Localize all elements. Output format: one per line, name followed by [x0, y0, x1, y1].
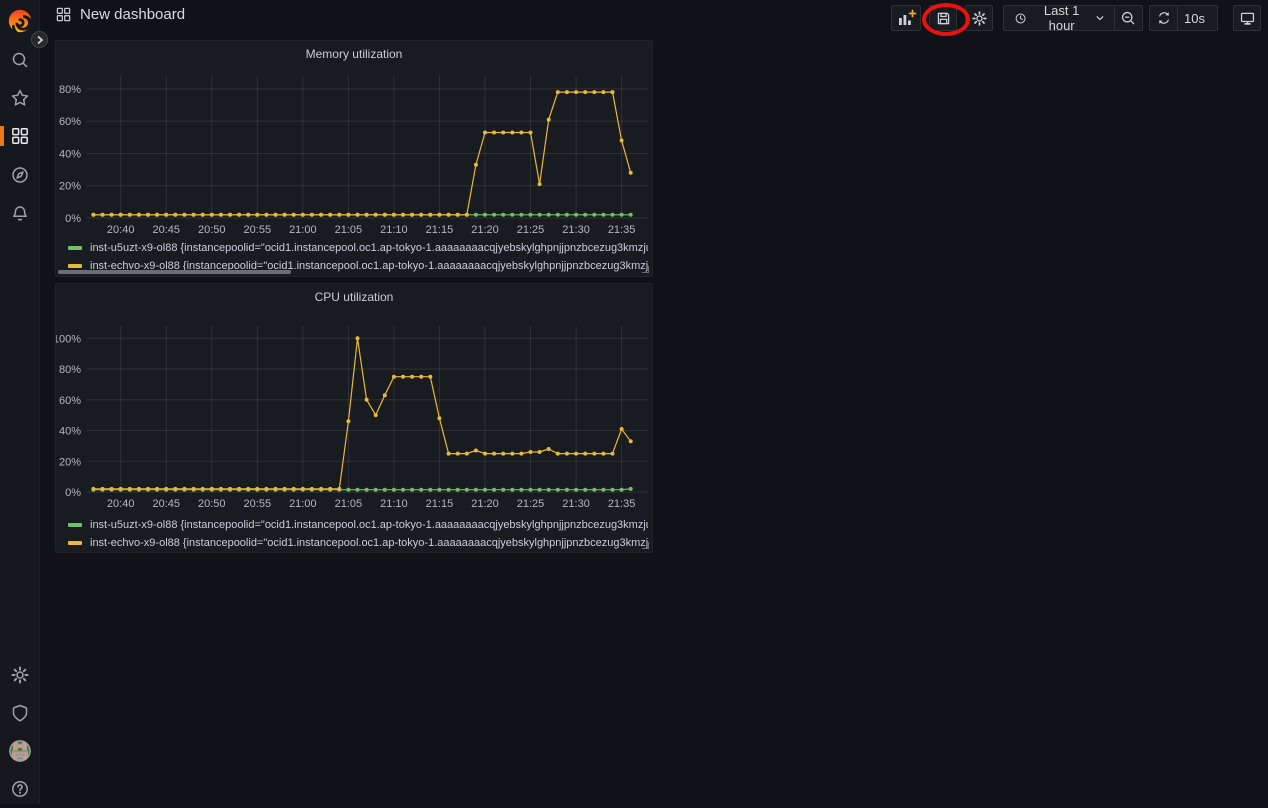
cycle-view-mode-button[interactable]: [1233, 5, 1261, 31]
dashboard-settings-button[interactable]: [965, 5, 993, 31]
apps-grid-icon: [10, 126, 30, 146]
legend-item[interactable]: inst-echvo-x9-ol88 {instancepoolid="ocid…: [68, 534, 648, 552]
svg-text:60%: 60%: [59, 395, 81, 407]
svg-text:21:25: 21:25: [517, 498, 545, 510]
svg-text:21:35: 21:35: [608, 498, 636, 510]
sidebar-item-help[interactable]: [0, 770, 40, 808]
svg-text:20:45: 20:45: [152, 224, 180, 236]
svg-text:21:20: 21:20: [471, 224, 499, 236]
svg-text:21:20: 21:20: [471, 498, 499, 510]
compass-icon: [10, 165, 30, 185]
cpu-panel: CPU utilization 0% 20% 40% 60% 80% 100% 20:40 2…: [55, 283, 653, 553]
bar-chart-plus-icon: [896, 9, 917, 27]
svg-text:21:00: 21:00: [289, 224, 317, 236]
svg-text:21:30: 21:30: [562, 224, 590, 236]
svg-text:21:05: 21:05: [335, 498, 363, 510]
legend-swatch-green: [68, 246, 82, 250]
cpu-panel-title[interactable]: CPU utilization: [56, 290, 652, 304]
sidebar-item-starred[interactable]: [0, 79, 40, 117]
svg-text:80%: 80%: [59, 84, 81, 96]
legend-item[interactable]: inst-u5uzt-x9-ol88 {instancepoolid="ocid…: [68, 239, 648, 257]
memory-panel-title[interactable]: Memory utilization: [56, 47, 652, 61]
dashboard-header: New dashboard: [40, 0, 1268, 37]
gear-icon: [971, 10, 988, 27]
legend-swatch-yellow: [68, 264, 82, 268]
zoom-out-time-button[interactable]: [1114, 5, 1143, 31]
refresh-interval-label: 10s: [1184, 11, 1205, 26]
svg-text:20%: 20%: [59, 181, 81, 193]
chevron-down-icon: [1096, 15, 1104, 21]
svg-text:20%: 20%: [59, 456, 81, 468]
chevron-right-icon: [36, 35, 44, 45]
sidebar-item-configuration[interactable]: [0, 656, 40, 694]
svg-text:21:30: 21:30: [562, 498, 590, 510]
svg-text:100%: 100%: [56, 333, 81, 345]
refresh-interval-dropdown[interactable]: 10s: [1177, 5, 1218, 31]
panel-resize-handle[interactable]: [642, 542, 649, 549]
svg-text:0%: 0%: [65, 487, 81, 499]
svg-text:60%: 60%: [59, 116, 81, 128]
svg-text:21:15: 21:15: [426, 224, 454, 236]
panel-resize-handle[interactable]: [642, 266, 649, 273]
shield-icon: [10, 703, 30, 723]
legend-swatch-green: [68, 523, 82, 527]
legend-item[interactable]: inst-u5uzt-x9-ol88 {instancepoolid="ocid…: [68, 516, 648, 534]
question-circle-icon: [10, 779, 30, 799]
legend-label: inst-u5uzt-x9-ol88 {instancepoolid="ocid…: [90, 519, 648, 531]
svg-text:21:00: 21:00: [289, 498, 317, 510]
user-avatar: [8, 739, 32, 763]
apps-grid-icon: [55, 6, 72, 23]
sidebar-item-profile[interactable]: [0, 732, 40, 770]
refresh-dashboard-button[interactable]: [1149, 5, 1177, 31]
search-icon: [10, 50, 30, 70]
sidebar: [0, 0, 40, 804]
svg-text:21:35: 21:35: [608, 224, 636, 236]
legend-horizontal-scrollbar[interactable]: [58, 270, 291, 274]
cpu-legend: inst-u5uzt-x9-ol88 {instancepoolid="ocid…: [68, 516, 648, 552]
grafana-logo-icon: [6, 7, 34, 35]
svg-text:80%: 80%: [59, 364, 81, 376]
svg-text:20:55: 20:55: [244, 224, 272, 236]
bell-icon: [10, 204, 30, 224]
svg-text:20:40: 20:40: [107, 498, 135, 510]
save-icon: [935, 10, 952, 27]
svg-text:21:05: 21:05: [335, 224, 363, 236]
svg-text:20:45: 20:45: [152, 498, 180, 510]
gear-icon: [10, 665, 30, 685]
search-minus-icon: [1120, 10, 1137, 27]
legend-label: inst-echvo-x9-ol88 {instancepoolid="ocid…: [90, 537, 648, 549]
svg-text:21:10: 21:10: [380, 224, 408, 236]
sync-icon: [1156, 10, 1172, 26]
page-title: New dashboard: [80, 6, 185, 23]
cpu-chart[interactable]: 0% 20% 40% 60% 80% 100% 20:40 20:45 20:50 20:55 21…: [56, 310, 652, 510]
save-dashboard-button[interactable]: [929, 5, 957, 31]
svg-text:40%: 40%: [59, 148, 81, 160]
svg-text:40%: 40%: [59, 426, 81, 438]
svg-text:20:50: 20:50: [198, 224, 226, 236]
star-icon: [10, 88, 30, 108]
legend-label: inst-u5uzt-x9-ol88 {instancepoolid="ocid…: [90, 242, 648, 254]
sidebar-item-alerting[interactable]: [0, 195, 40, 233]
sidebar-item-explore[interactable]: [0, 156, 40, 194]
time-range-label: Last 1 hour: [1033, 3, 1090, 33]
svg-text:20:50: 20:50: [198, 498, 226, 510]
clock-icon: [1014, 11, 1027, 26]
svg-text:21:10: 21:10: [380, 498, 408, 510]
sidebar-item-dashboards[interactable]: [0, 117, 40, 155]
svg-text:21:25: 21:25: [517, 224, 545, 236]
memory-panel: Memory utilization 0% 20% 40% 60% 80% 20:40 20…: [55, 40, 653, 277]
svg-text:0%: 0%: [65, 213, 81, 225]
legend-swatch-yellow: [68, 541, 82, 545]
sidebar-expand-button[interactable]: [31, 31, 48, 48]
svg-text:21:15: 21:15: [426, 498, 454, 510]
memory-chart[interactable]: 0% 20% 40% 60% 80% 20:40 20:45 20:50 20:55 21:00 2…: [56, 67, 652, 237]
add-panel-button[interactable]: [891, 5, 921, 31]
monitor-icon: [1239, 10, 1256, 27]
sidebar-item-server-admin[interactable]: [0, 694, 40, 732]
time-range-picker[interactable]: Last 1 hour: [1003, 5, 1114, 31]
svg-text:20:55: 20:55: [244, 498, 272, 510]
svg-text:20:40: 20:40: [107, 224, 135, 236]
